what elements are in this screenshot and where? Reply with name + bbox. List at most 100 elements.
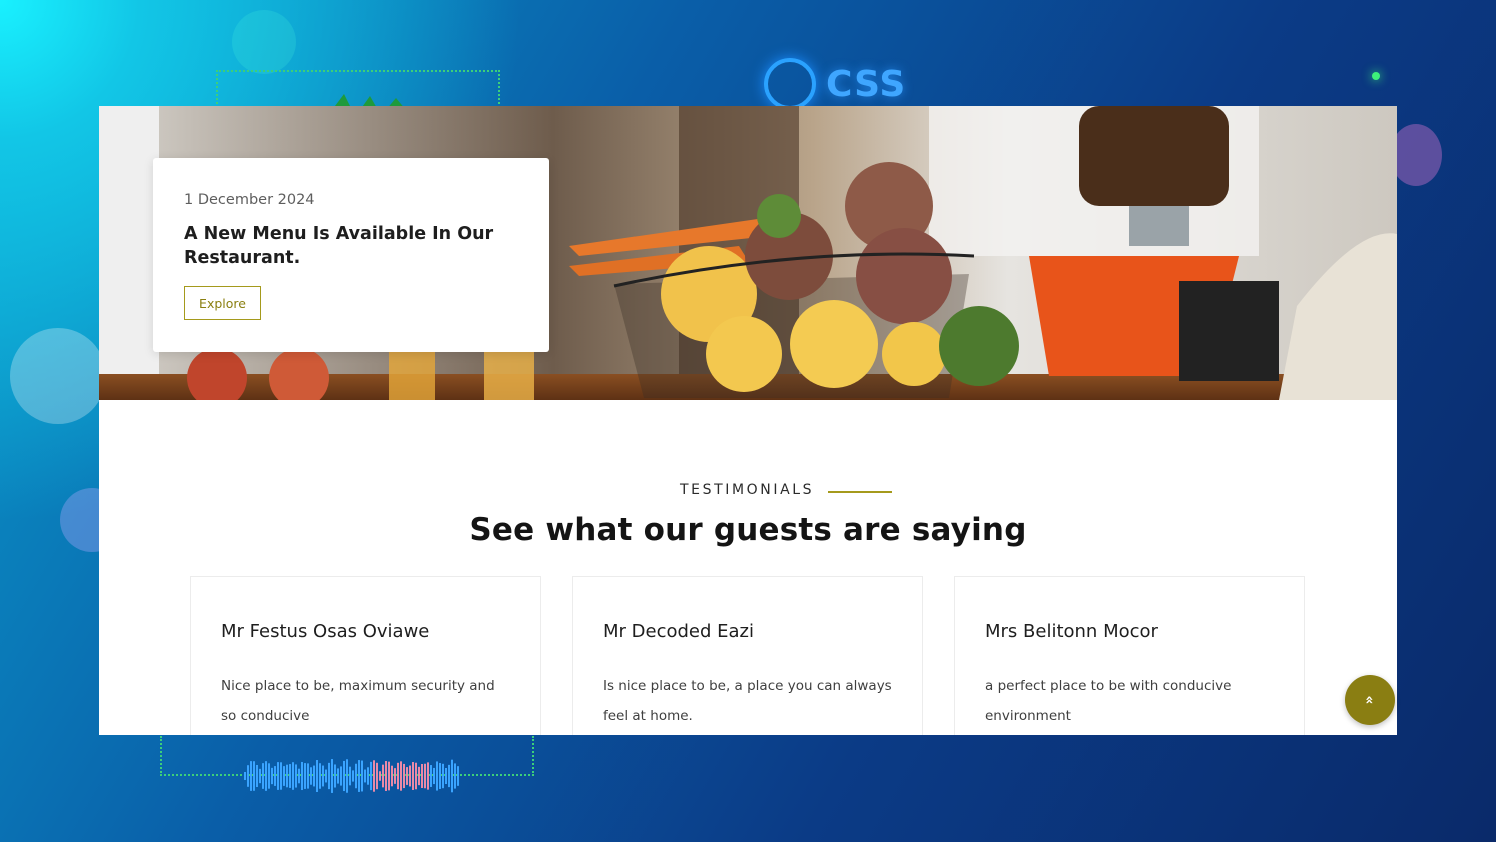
css-logo: CSS — [764, 58, 906, 110]
wave-bar — [292, 762, 294, 790]
wave-bar — [412, 762, 414, 790]
browser-window: 1 December 2024 A New Menu Is Available … — [99, 106, 1397, 735]
news-title: A New Menu Is Available In Our Restauran… — [184, 224, 494, 268]
logo-text: CSS — [826, 63, 907, 105]
wave-bar — [394, 768, 396, 784]
wave-bar — [367, 767, 369, 785]
wave-bar — [310, 767, 312, 785]
wave-bar — [358, 760, 360, 792]
wave-bar — [400, 761, 402, 791]
testimonial-name: Mrs Belitonn Mocor — [985, 621, 1158, 642]
testimonial-card: Mrs Belitonn Mocor a perfect place to be… — [954, 576, 1305, 735]
wave-bar — [382, 764, 384, 788]
wave-bar — [268, 763, 270, 789]
wave-bar — [259, 768, 261, 784]
wave-bar — [325, 769, 327, 783]
wave-bar — [262, 763, 264, 789]
wave-bar — [391, 765, 393, 787]
wave-bar — [256, 764, 258, 788]
wave-bar — [418, 766, 420, 786]
wave-bar — [361, 760, 363, 792]
wave-bar — [370, 761, 372, 791]
explore-button[interactable]: Explore — [184, 286, 261, 320]
wave-bar — [403, 763, 405, 789]
bokeh-circle — [232, 10, 296, 74]
wave-bar — [427, 762, 429, 790]
wave-bar — [454, 763, 456, 789]
testimonial-text: Is nice place to be, a place you can alw… — [603, 678, 892, 724]
hero-banner: 1 December 2024 A New Menu Is Available … — [99, 106, 1397, 400]
wave-bar — [445, 768, 447, 784]
wave-bar — [289, 764, 291, 788]
wave-bar — [349, 766, 351, 786]
wave-bar — [331, 759, 333, 793]
wave-bar — [274, 766, 276, 786]
wave-bar — [340, 766, 342, 786]
wave-bar — [457, 766, 459, 786]
wave-bar — [316, 760, 318, 792]
wave-bar — [448, 764, 450, 788]
wave-bar — [319, 763, 321, 789]
wave-bar — [334, 764, 336, 788]
audio-wave-decoration — [244, 759, 459, 793]
wave-bar — [322, 765, 324, 787]
wave-bar — [415, 762, 417, 790]
scroll-to-top-button[interactable]: » — [1345, 675, 1395, 725]
section-eyebrow: TESTIMONIALS — [680, 482, 815, 498]
testimonial-card: Mr Decoded Eazi Is nice place to be, a p… — [572, 576, 923, 735]
double-chevron-up-icon: » — [1361, 695, 1378, 705]
wave-bar — [271, 767, 273, 785]
wave-bar — [388, 761, 390, 791]
testimonial-name: Mr Decoded Eazi — [603, 621, 754, 642]
wave-bar — [313, 765, 315, 787]
wave-bar — [430, 765, 432, 787]
wave-bar — [379, 771, 381, 781]
wave-bar — [304, 763, 306, 789]
wave-bar — [364, 769, 366, 783]
wave-bar — [280, 762, 282, 790]
wave-bar — [373, 760, 375, 792]
testimonial-name: Mr Festus Osas Oviawe — [221, 621, 430, 642]
wave-bar — [343, 760, 345, 792]
wave-bar — [328, 762, 330, 790]
wave-bar — [283, 766, 285, 786]
section-heading: See what our guests are saying — [469, 512, 1027, 548]
wave-bar — [436, 761, 438, 791]
wave-bar — [250, 761, 252, 791]
testimonial-card: Mr Festus Osas Oviawe Nice place to be, … — [190, 576, 541, 735]
news-card: 1 December 2024 A New Menu Is Available … — [153, 158, 549, 352]
wave-bar — [352, 770, 354, 782]
bokeh-dot — [1372, 72, 1380, 80]
bokeh-circle — [1390, 124, 1442, 186]
wave-bar — [421, 764, 423, 788]
wave-bar — [355, 763, 357, 789]
wave-bar — [286, 764, 288, 788]
wave-bar — [301, 761, 303, 791]
wave-bar — [244, 772, 246, 780]
wave-bar — [277, 762, 279, 790]
wave-bar — [424, 763, 426, 789]
wave-bar — [376, 762, 378, 790]
wave-bar — [397, 762, 399, 790]
wave-bar — [247, 765, 249, 787]
wave-bar — [253, 761, 255, 791]
bokeh-circle — [10, 328, 106, 424]
wave-bar — [442, 763, 444, 789]
wave-bar — [451, 759, 453, 793]
news-date: 1 December 2024 — [184, 192, 315, 208]
wave-bar — [406, 767, 408, 785]
wave-bar — [265, 761, 267, 791]
wave-bar — [346, 759, 348, 793]
wave-bar — [307, 763, 309, 789]
testimonial-text: Nice place to be, maximum security and s… — [221, 678, 495, 724]
wave-bar — [385, 761, 387, 791]
ring-icon — [764, 58, 816, 110]
wave-bar — [337, 768, 339, 784]
wave-bar — [433, 767, 435, 785]
testimonial-text: a perfect place to be with conducive env… — [985, 678, 1232, 724]
wave-bar — [439, 763, 441, 789]
wave-bar — [298, 768, 300, 784]
wave-bar — [409, 765, 411, 787]
wave-bar — [295, 764, 297, 788]
eyebrow-divider — [828, 491, 892, 493]
